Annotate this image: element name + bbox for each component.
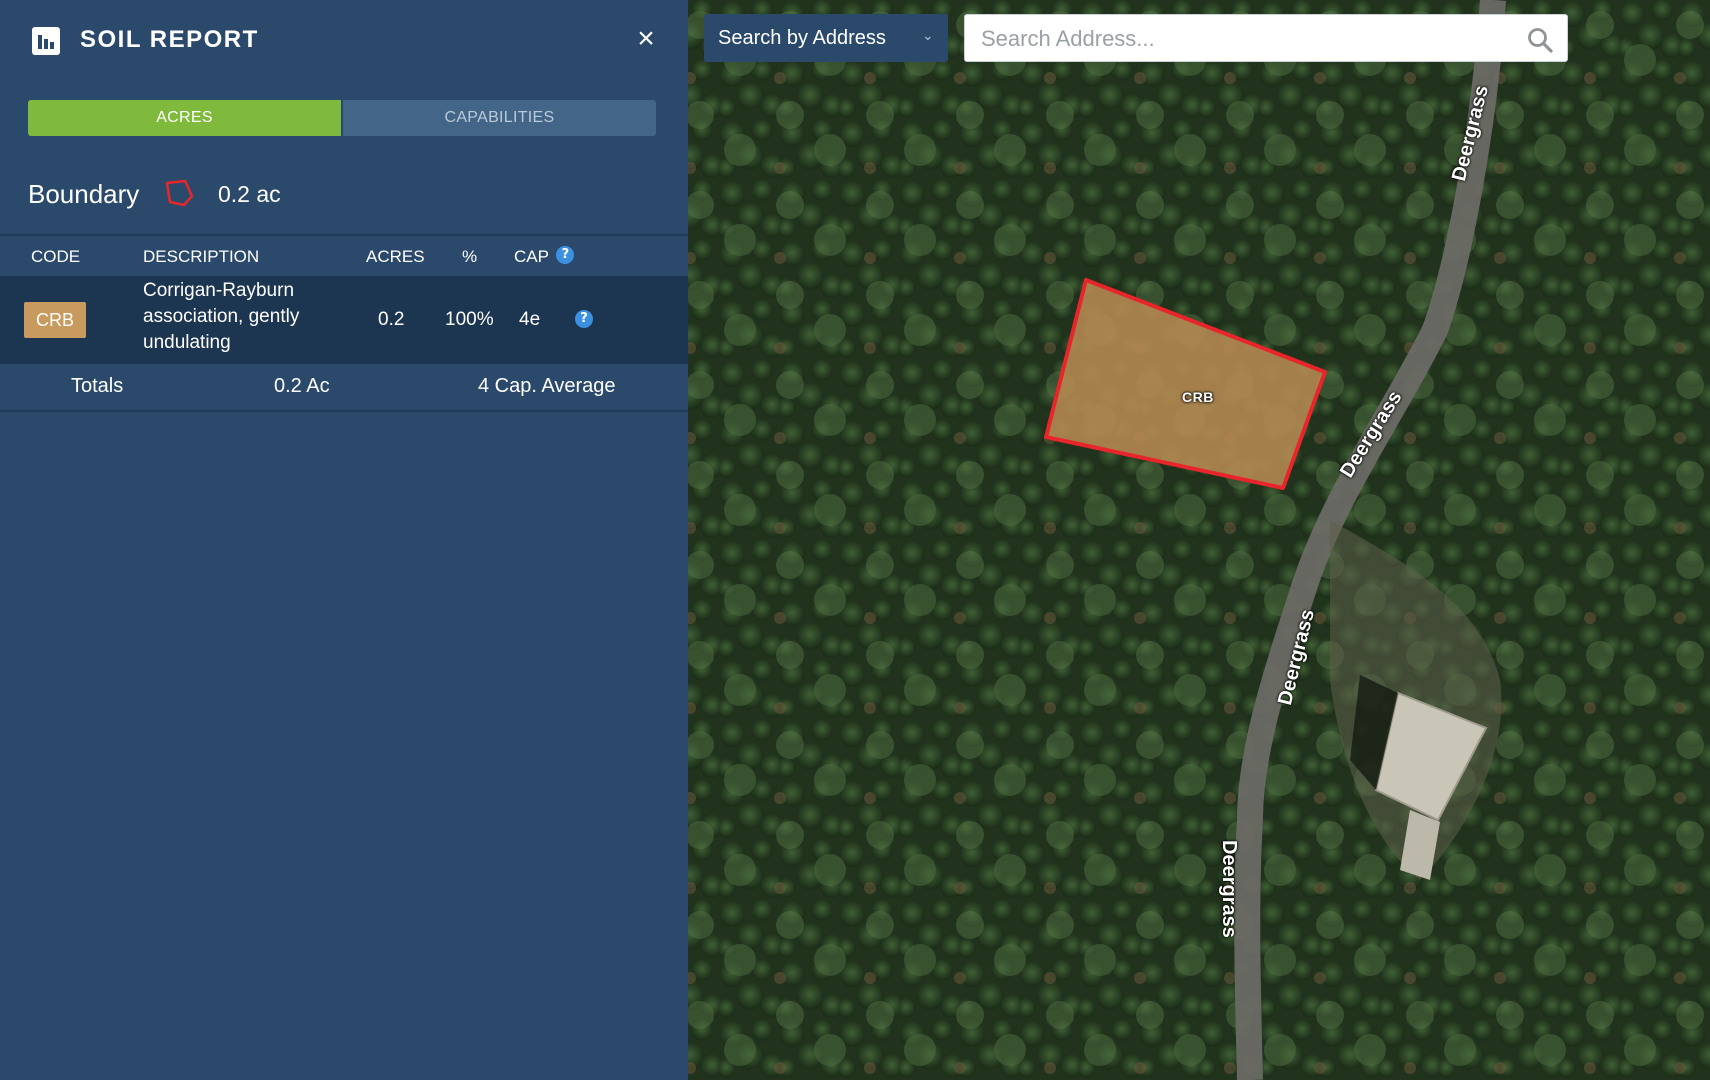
soil-cap: 4e xyxy=(519,309,541,330)
search-box xyxy=(964,14,1568,62)
cap-help-icon[interactable]: ? xyxy=(556,245,575,264)
search-mode-select[interactable]: Search by Address ⌄ xyxy=(704,14,948,62)
road-label: Deergrass xyxy=(1218,840,1240,938)
tab-acres[interactable]: ACRES xyxy=(28,100,341,136)
chevron-down-icon: ⌄ xyxy=(922,27,934,43)
table-row[interactable]: CRB Corrigan-Rayburn association, gently… xyxy=(0,276,688,364)
soil-description: Corrigan-Rayburn association, gently und… xyxy=(143,280,300,353)
totals-cap-average: 4 Cap. Average xyxy=(478,375,616,397)
header-cap: CAP ? xyxy=(514,245,575,267)
row-help-icon[interactable]: ? xyxy=(575,310,593,328)
soil-code-badge: CRB xyxy=(24,302,86,338)
totals-label: Totals xyxy=(71,375,124,397)
header-acres: ACRES xyxy=(366,247,425,266)
totals-acres: 0.2 Ac xyxy=(274,375,330,397)
panel-header: SOIL REPORT × xyxy=(0,0,688,82)
boundary-polygon-icon xyxy=(165,179,194,207)
report-tabs: ACRES CAPABILITIES xyxy=(28,100,656,136)
header-code: CODE xyxy=(31,247,81,266)
close-button[interactable]: × xyxy=(632,24,660,54)
soil-percent: 100% xyxy=(445,309,494,330)
panel-title: SOIL REPORT xyxy=(80,26,259,53)
search-mode-label: Search by Address xyxy=(718,27,886,49)
bar-chart-icon xyxy=(32,27,60,55)
search-input[interactable] xyxy=(979,23,1503,55)
soil-acres: 0.2 xyxy=(378,309,405,330)
soil-report-panel: SOIL REPORT × ACRES CAPABILITIES Boundar… xyxy=(0,0,688,1080)
boundary-acres: 0.2 ac xyxy=(218,181,281,207)
header-percent: % xyxy=(462,247,478,266)
totals-row: Totals 0.2 Ac 4 Cap. Average xyxy=(0,364,688,412)
map-canvas[interactable] xyxy=(688,0,1710,1080)
satellite-map[interactable]: CRB Deergrass Deergrass Deergrass Deergr… xyxy=(688,0,1710,1080)
search-icon[interactable] xyxy=(1527,27,1553,53)
tab-capabilities[interactable]: CAPABILITIES xyxy=(341,100,656,136)
header-cap-label: CAP xyxy=(514,247,549,266)
table-header: CODE DESCRIPTION ACRES % CAP ? xyxy=(0,236,688,276)
boundary-label: Boundary xyxy=(28,179,140,209)
header-description: DESCRIPTION xyxy=(143,247,260,266)
parcel-label: CRB xyxy=(1182,389,1214,405)
